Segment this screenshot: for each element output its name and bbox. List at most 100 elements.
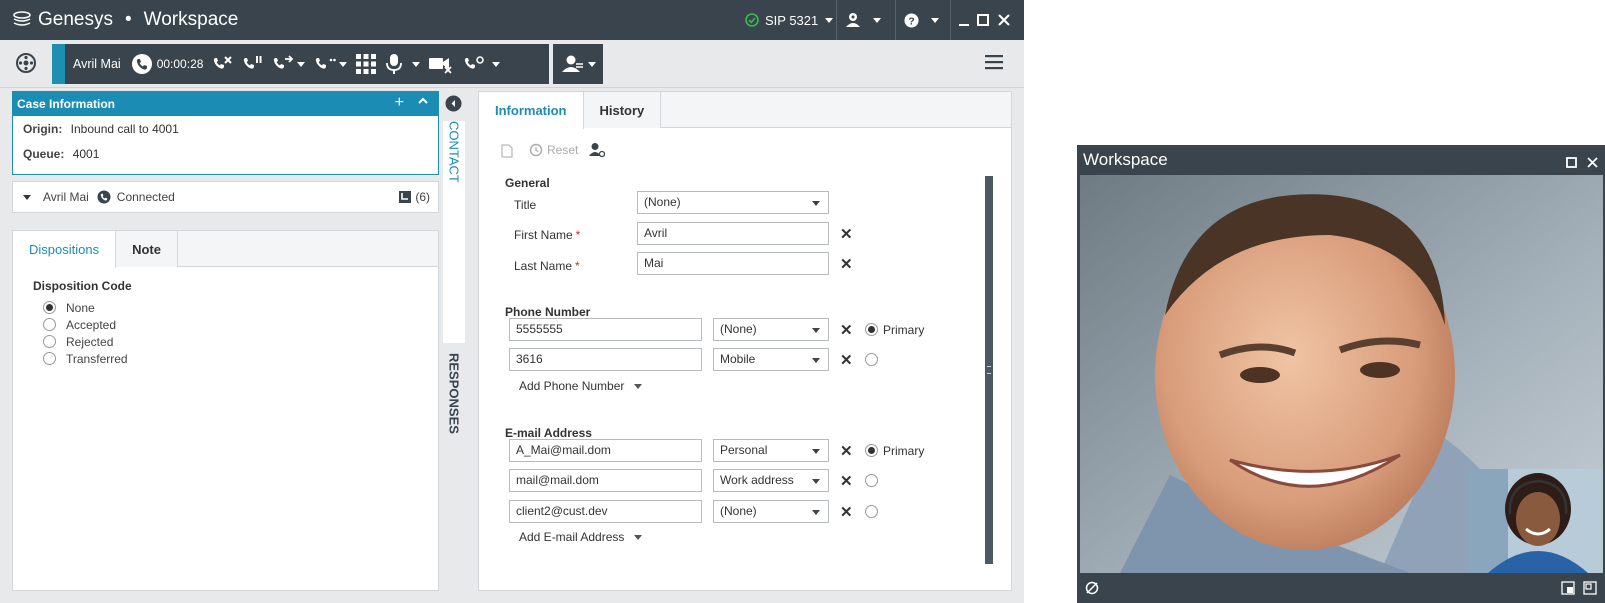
fullscreen-button[interactable]: [1583, 581, 1597, 598]
radio-button[interactable]: [43, 301, 56, 314]
email-field[interactable]: client2@cust.dev: [509, 500, 702, 523]
assign-contact-button[interactable]: [589, 142, 606, 161]
primary-email-radio[interactable]: [865, 474, 878, 487]
mute-button[interactable]: [381, 44, 424, 84]
disposition-option-label: Transferred: [66, 351, 128, 366]
interaction-bar-button[interactable]: [15, 52, 37, 77]
chevron-down-icon[interactable]: [23, 194, 31, 200]
disposition-option-transferred[interactable]: Transferred: [43, 350, 438, 367]
radio-button[interactable]: [43, 318, 56, 331]
clear-first-name-button[interactable]: ✕: [840, 227, 853, 242]
hold-call-button[interactable]: [237, 44, 267, 84]
help-menu[interactable]: ?: [904, 0, 939, 40]
first-name-field[interactable]: Avril: [637, 222, 829, 245]
phone-type-select[interactable]: Mobile: [713, 348, 829, 371]
keypad-button[interactable]: [351, 44, 381, 84]
close-video-button[interactable]: [1587, 153, 1598, 173]
main-menu-button[interactable]: [985, 54, 1003, 73]
panel-splitter-scrollbar[interactable]: [985, 176, 993, 564]
save-button[interactable]: [501, 144, 513, 161]
phone-number-field[interactable]: 3616: [509, 348, 702, 371]
video-off-icon: [1085, 581, 1099, 595]
collapse-button[interactable]: [418, 95, 428, 109]
minimize-button[interactable]: [958, 0, 970, 40]
close-icon: [1587, 157, 1598, 168]
remove-email-button[interactable]: ✕: [840, 474, 853, 489]
brand-name: Genesys: [38, 9, 113, 30]
consult-call-button[interactable]: [309, 44, 351, 84]
disposition-option-label: Accepted: [66, 317, 117, 332]
tab-dispositions[interactable]: Dispositions: [13, 231, 117, 268]
tab-note[interactable]: Note: [116, 231, 178, 267]
side-panel-strip: CONTACT RESPONSES: [443, 91, 465, 591]
chevron-down-icon: [297, 61, 306, 67]
gadget-icon: [16, 53, 36, 73]
hold-call-icon: [244, 56, 262, 69]
disposition-option-rejected[interactable]: Rejected: [43, 333, 438, 350]
grip-handle[interactable]: [987, 366, 991, 374]
transfer-call-button[interactable]: [267, 44, 309, 84]
tab-information[interactable]: Information: [479, 92, 584, 129]
primary-phone-radio[interactable]: [865, 323, 878, 336]
interaction-history-badge[interactable]: (6): [399, 190, 430, 204]
end-call-button[interactable]: [207, 44, 237, 84]
email-type-select[interactable]: Work address: [713, 469, 829, 492]
title-select[interactable]: (None): [637, 191, 829, 214]
phone-type-select[interactable]: (None): [713, 318, 829, 341]
responses-side-tab[interactable]: RESPONSES: [443, 353, 465, 583]
close-button[interactable]: [998, 0, 1010, 40]
chevron-down-icon: [873, 17, 881, 23]
contact-side-tab[interactable]: CONTACT: [443, 121, 465, 343]
product-name: Workspace: [143, 9, 239, 30]
add-case-data-button[interactable]: +: [395, 94, 404, 112]
chevron-down-icon: [492, 61, 501, 67]
remove-email-button[interactable]: ✕: [840, 444, 853, 459]
email-type-select[interactable]: Personal: [713, 439, 829, 462]
toggle-self-view-button[interactable]: [1085, 581, 1099, 598]
fullscreen-icon: [1583, 581, 1597, 595]
primary-email-radio[interactable]: [865, 505, 878, 518]
primary-email-radio[interactable]: [865, 444, 878, 457]
remove-phone-button[interactable]: ✕: [840, 353, 853, 368]
microphone-icon: [386, 54, 403, 74]
clear-last-name-button[interactable]: ✕: [840, 257, 853, 272]
case-information-panel: Case Information + Origin: Inbound call …: [12, 91, 439, 175]
tab-history[interactable]: History: [583, 92, 662, 128]
call-party-name: Avril Mai: [73, 57, 121, 71]
email-field[interactable]: mail@mail.dom: [509, 469, 702, 492]
radio-button[interactable]: [43, 352, 56, 365]
general-section-label: General: [505, 176, 550, 190]
agent-status-menu[interactable]: [845, 0, 881, 40]
party-action-button[interactable]: [553, 44, 603, 84]
disposition-option-accepted[interactable]: Accepted: [43, 316, 438, 333]
phone-icon: [131, 54, 152, 74]
sip-status-menu[interactable]: SIP 5321: [745, 0, 834, 40]
remove-email-button[interactable]: ✕: [840, 505, 853, 520]
picture-in-picture-button[interactable]: [1561, 581, 1575, 598]
remote-video-feed: [1080, 175, 1603, 573]
call-actions-button[interactable]: [458, 44, 504, 84]
chevron-down-icon: [634, 534, 643, 540]
stop-video-button[interactable]: [424, 44, 458, 84]
party-state: Connected: [116, 190, 175, 204]
case-information-title: Case Information: [17, 97, 116, 111]
title-label: Title: [514, 198, 537, 212]
remove-phone-button[interactable]: ✕: [840, 323, 853, 338]
last-name-field[interactable]: Mai: [637, 252, 829, 275]
reset-button[interactable]: Reset: [529, 143, 578, 157]
disposition-option-none[interactable]: None: [43, 299, 438, 316]
required-asterisk: *: [575, 228, 581, 242]
add-email-address-button[interactable]: Add E-mail Address: [519, 530, 643, 544]
party-row[interactable]: Avril Mai Connected (6): [12, 181, 439, 213]
reset-icon: [529, 143, 543, 157]
primary-phone-radio[interactable]: [865, 353, 878, 366]
maximize-button[interactable]: [977, 0, 989, 40]
email-field[interactable]: A_Mai@mail.dom: [509, 439, 702, 462]
email-type-select[interactable]: (None): [713, 500, 829, 523]
add-phone-number-button[interactable]: Add Phone Number: [519, 379, 643, 393]
phone-number-field[interactable]: 5555555: [509, 318, 702, 341]
maximize-video-button[interactable]: [1566, 153, 1577, 173]
radio-button[interactable]: [43, 335, 56, 348]
chevron-down-icon: [587, 61, 596, 67]
collapse-side-panel-button[interactable]: [445, 95, 462, 115]
